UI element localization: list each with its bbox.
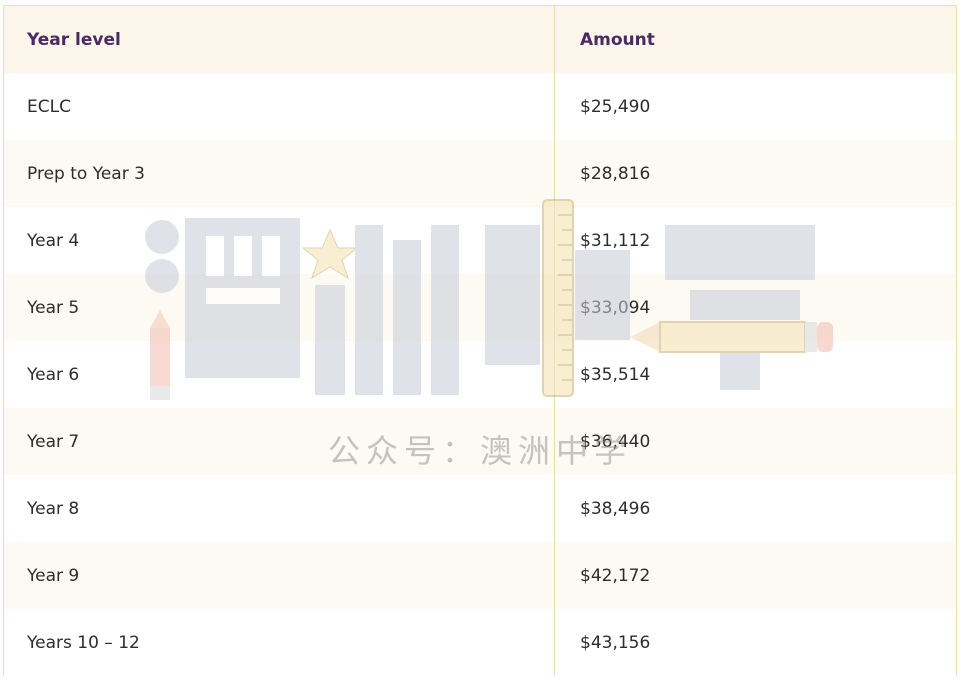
amount-cell: $38,496	[580, 498, 651, 519]
year-level-cell: Year 8	[4, 475, 555, 542]
year-level-cell: Year 5	[4, 274, 555, 341]
year-level-cell: Years 10 – 12	[4, 609, 555, 676]
table-row: Prep to Year 3 $28,816	[4, 140, 956, 207]
year-level-cell: Prep to Year 3	[4, 140, 555, 207]
table-row: Year 8 $38,496	[4, 475, 956, 542]
amount-cell: $42,172	[580, 565, 651, 586]
table-row: ECLC $25,490	[4, 73, 956, 140]
amount-cell: $33,094	[580, 297, 651, 318]
amount-cell: $43,156	[580, 632, 651, 653]
fee-table: Year level Amount ECLC $25,490 Prep to Y…	[3, 5, 957, 676]
year-level-cell: ECLC	[4, 73, 555, 140]
header-year-level: Year level	[4, 6, 555, 73]
year-level-cell: Year 7	[4, 408, 555, 475]
year-level-cell: Year 4	[4, 207, 555, 274]
table-row: Year 6 $35,514	[4, 341, 956, 408]
year-level-cell: Year 6	[4, 341, 555, 408]
header-amount: Amount	[580, 29, 655, 50]
year-level-cell: Year 9	[4, 542, 555, 609]
amount-cell: $28,816	[580, 163, 651, 184]
table-row: Year 4 $31,112	[4, 207, 956, 274]
table-row: Year 7 $36,440	[4, 408, 956, 475]
table-row: Years 10 – 12 $43,156	[4, 609, 956, 676]
amount-cell: $36,440	[580, 431, 651, 452]
table-row: Year 5 $33,094	[4, 274, 956, 341]
amount-cell: $25,490	[580, 96, 651, 117]
table-row: Year 9 $42,172	[4, 542, 956, 609]
table-header-row: Year level Amount	[4, 6, 956, 73]
amount-cell: $35,514	[580, 364, 651, 385]
amount-cell: $31,112	[580, 230, 651, 251]
